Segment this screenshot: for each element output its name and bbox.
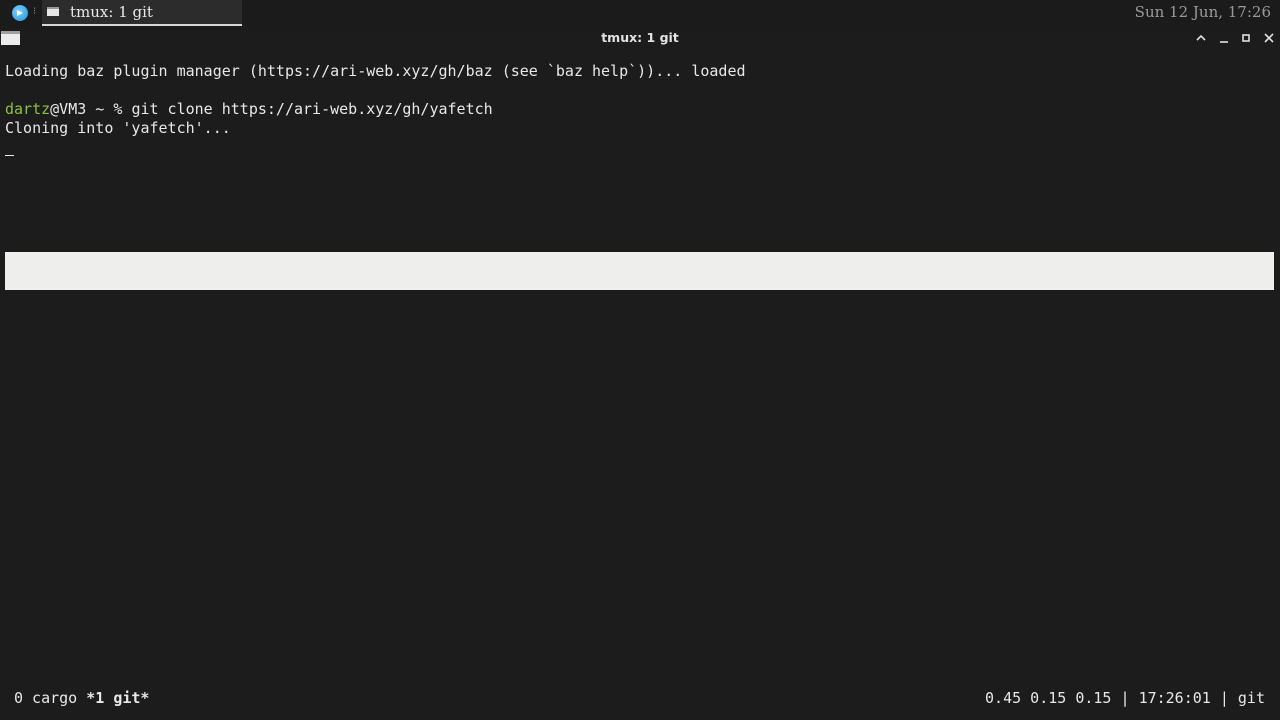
tmux-window-list: 0 cargo *1 git* <box>14 689 149 708</box>
top-panel: ⁝ tmux: 1 git Sun 12 Jun, 17:26 <box>0 0 1280 26</box>
tmux-load-average: 0.45 0.15 0.15 <box>985 689 1112 707</box>
status-separator: | <box>1111 689 1139 707</box>
tmux-window-tab[interactable]: 0 cargo <box>14 689 77 707</box>
close-icon[interactable] <box>1260 29 1278 47</box>
terminal-output-line: Loading baz plugin manager (https://ari-… <box>5 62 746 80</box>
prompt-user: dartz <box>5 100 51 118</box>
tmux-status-right: 0.45 0.15 0.15 | 17:26:01 | git <box>985 689 1265 708</box>
tmux-window-tab-active[interactable]: *1 git* <box>86 689 149 707</box>
prompt-host-path: @VM3 ~ % <box>50 100 132 118</box>
taskbar-window-button[interactable]: tmux: 1 git <box>42 0 242 26</box>
shade-up-icon[interactable] <box>1192 29 1210 47</box>
window-titlebar[interactable]: tmux: 1 git <box>0 26 1280 50</box>
typed-command: git clone https://ari-web.xyz/gh/yafetch <box>131 100 493 118</box>
taskbar-window-label: tmux: 1 git <box>70 3 153 21</box>
tmux-current-command: git <box>1237 689 1265 707</box>
terminal-output-line: Cloning into 'yafetch'... <box>5 119 231 137</box>
panel-clock[interactable]: Sun 12 Jun, 17:26 <box>1135 3 1271 21</box>
window-icon <box>47 7 59 16</box>
window-title: tmux: 1 git <box>601 30 679 45</box>
terminal-prompt-line: dartz@VM3 ~ % git clone https://ari-web.… <box>5 100 493 119</box>
blank-overlay-bar <box>5 252 1274 290</box>
app-launcher-icon[interactable] <box>12 5 28 21</box>
panel-handle-icon: ⁝ <box>33 6 37 17</box>
status-separator: | <box>1210 689 1238 707</box>
terminal-cursor <box>5 155 14 156</box>
terminal-area[interactable]: Loading baz plugin manager (https://ari-… <box>0 50 1280 720</box>
minimize-icon[interactable] <box>1215 29 1233 47</box>
maximize-icon[interactable] <box>1237 29 1255 47</box>
tmux-clock: 17:26:01 <box>1138 689 1211 707</box>
